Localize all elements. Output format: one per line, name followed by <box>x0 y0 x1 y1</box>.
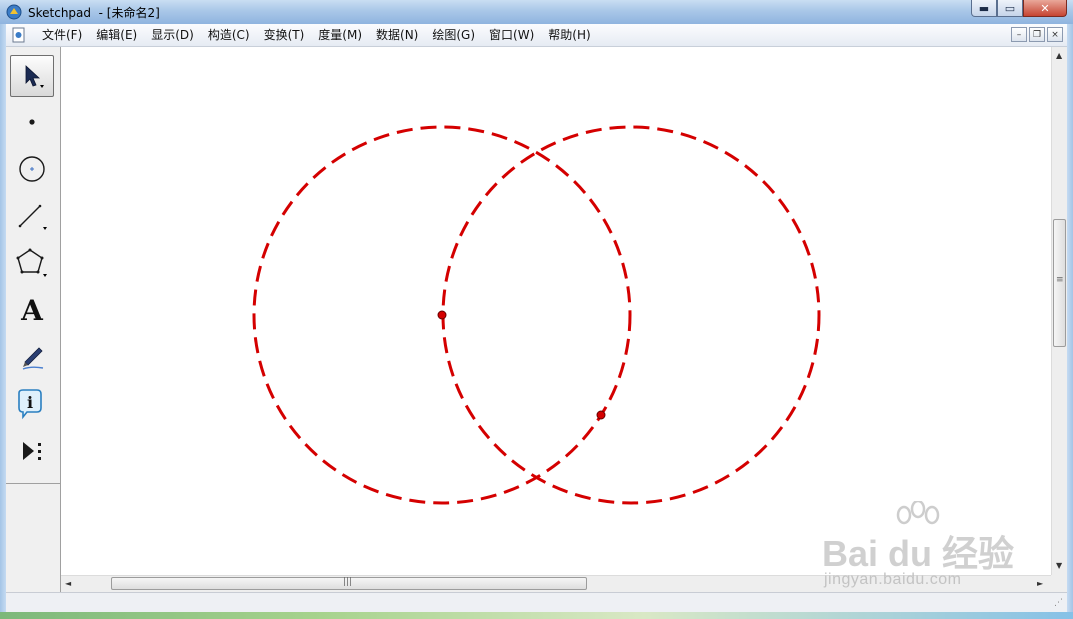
scroll-right-icon[interactable]: ► <box>1037 579 1043 588</box>
document-icon[interactable] <box>11 27 27 43</box>
marker-tool[interactable] <box>10 336 54 378</box>
vertical-grip-icon: ≡ <box>1056 275 1064 285</box>
polygon-tool[interactable] <box>10 242 54 284</box>
segment-icon <box>18 204 47 230</box>
toolbox: A i <box>6 47 61 592</box>
menu-measure[interactable]: 度量(M) <box>311 25 369 45</box>
play-custom-tool-icon <box>23 442 41 460</box>
scrollbar-corner <box>1051 575 1067 592</box>
point-tool[interactable] <box>10 101 54 143</box>
doc-minimize-button[interactable]: – <box>1011 27 1027 42</box>
svg-text:i: i <box>27 393 33 412</box>
window-title: Sketchpad - [未命名2] <box>28 6 160 20</box>
menu-transform[interactable]: 变换(T) <box>257 25 312 45</box>
menu-display[interactable]: 显示(D) <box>144 25 201 45</box>
menu-graph[interactable]: 绘图(G) <box>425 25 482 45</box>
scroll-down-icon[interactable]: ▼ <box>1056 561 1062 570</box>
point-icon <box>29 119 35 125</box>
menu-construct[interactable]: 构造(C) <box>201 25 257 45</box>
vertical-scrollbar[interactable]: ▲ ≡ ▼ <box>1051 47 1067 575</box>
close-icon: ✕ <box>1040 1 1050 15</box>
horizontal-grip-icon: ||| <box>343 577 353 587</box>
custom-tool[interactable] <box>10 430 54 472</box>
vertical-scroll-thumb[interactable]: ≡ <box>1053 219 1066 347</box>
compass-tool[interactable] <box>10 148 54 190</box>
menu-data[interactable]: 数据(N) <box>369 25 425 45</box>
maximize-button[interactable]: ▭ <box>997 0 1023 17</box>
document-window: A i ▲ ≡ ▼ ◄ ||| ► <box>6 47 1067 592</box>
minimize-button[interactable]: ▬ <box>971 0 997 17</box>
window-frame-right <box>1067 24 1073 612</box>
sketch-canvas[interactable] <box>61 47 1051 575</box>
circle-icon <box>19 156 45 182</box>
horizontal-scrollbar[interactable]: ◄ ||| ► <box>61 575 1051 592</box>
arrow-tool[interactable] <box>10 55 54 97</box>
marker-pen-icon <box>22 347 44 370</box>
document-window-controls: – ❐ × <box>1011 27 1063 42</box>
toolbox-separator <box>6 483 60 484</box>
close-button[interactable]: ✕ <box>1023 0 1067 17</box>
arrow-select-icon <box>25 65 44 88</box>
scroll-left-icon[interactable]: ◄ <box>65 579 71 588</box>
maximize-icon: ▭ <box>1004 1 1016 15</box>
scroll-up-icon[interactable]: ▲ <box>1056 51 1062 60</box>
straightedge-tool[interactable] <box>10 195 54 237</box>
menu-window[interactable]: 窗口(W) <box>482 25 541 45</box>
menu-file[interactable]: 文件(F) <box>35 25 89 45</box>
radius-point[interactable] <box>596 410 606 420</box>
text-tool-icon: A <box>21 293 43 327</box>
resize-grip-icon[interactable]: ⋰ <box>1054 598 1063 608</box>
window-controls: ▬ ▭ ✕ <box>971 0 1067 18</box>
text-tool[interactable]: A <box>10 289 54 331</box>
sketchpad-app-icon <box>6 4 22 20</box>
menu-help[interactable]: 帮助(H) <box>541 25 597 45</box>
menu-edit[interactable]: 编辑(E) <box>89 25 144 45</box>
horizontal-scroll-thumb[interactable]: ||| <box>111 577 587 590</box>
center-point[interactable] <box>437 310 447 320</box>
information-icon: i <box>18 389 42 420</box>
title-bar[interactable]: Sketchpad - [未命名2] ▬ ▭ ✕ <box>0 0 1073 24</box>
doc-close-button[interactable]: × <box>1047 27 1063 42</box>
minimize-icon: ▬ <box>978 1 990 15</box>
menu-bar: 文件(F) 编辑(E) 显示(D) 构造(C) 变换(T) 度量(M) 数据(N… <box>6 24 1067 47</box>
sketch-drawing[interactable] <box>61 47 1051 575</box>
pentagon-icon <box>16 248 47 277</box>
information-tool[interactable]: i <box>10 383 54 425</box>
doc-restore-button[interactable]: ❐ <box>1029 27 1045 42</box>
status-bar: ⋰ <box>6 592 1067 613</box>
desktop-strip <box>0 612 1073 619</box>
